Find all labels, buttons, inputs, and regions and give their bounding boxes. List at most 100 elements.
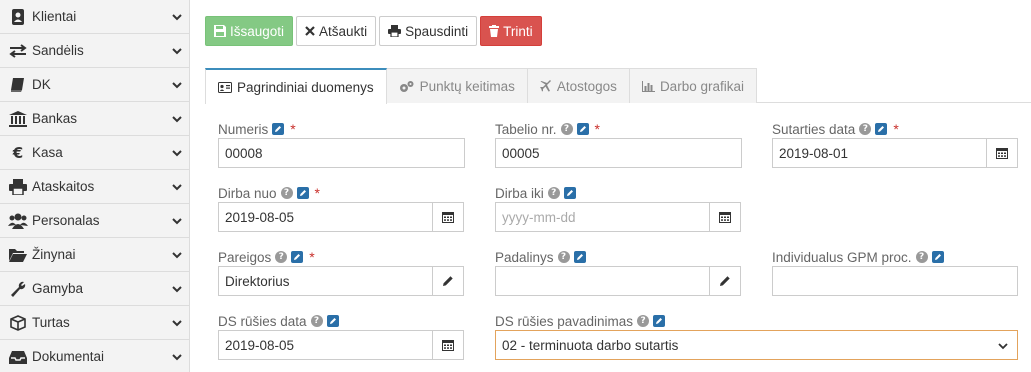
dirba-nuo-label: Dirba nuo ? * [218, 185, 320, 201]
field-label: Dirba iki [495, 185, 544, 201]
edit-icon[interactable] [291, 251, 304, 263]
ds-rusies-pavadinimas-label: DS rūšies pavadinimas ? [495, 313, 666, 329]
help-icon[interactable]: ? [310, 315, 323, 327]
exchange-arrows-icon [7, 42, 29, 60]
padalinys-label: Padalinys ? [495, 249, 586, 265]
sidebar-item-label: Gamyba [32, 281, 84, 296]
edit-icon[interactable] [296, 187, 309, 199]
chevron-down-icon [172, 354, 182, 361]
edit-icon[interactable] [875, 123, 888, 135]
calendar-button[interactable] [709, 202, 741, 232]
edit-icon[interactable] [653, 315, 666, 327]
dirba-nuo-input[interactable]: 2019-08-05 [218, 202, 433, 232]
edit-padalinys-button[interactable] [709, 266, 741, 296]
delete-button-label: Trinti [503, 23, 533, 39]
sidebar-item-sandelis[interactable]: Sandėlis [0, 34, 189, 68]
help-icon[interactable]: ? [637, 315, 650, 327]
id-card-icon [218, 81, 232, 93]
calendar-button[interactable] [432, 330, 464, 360]
sidebar-item-label: Bankas [32, 111, 78, 126]
bank-icon [7, 110, 29, 128]
field-label: Tabelio nr. [495, 121, 557, 137]
cogs-icon [399, 80, 414, 92]
chevron-down-icon [172, 218, 182, 225]
edit-icon[interactable] [931, 251, 944, 263]
sidebar-item-dokumentai[interactable]: Dokumentai [0, 340, 189, 372]
help-icon[interactable]: ? [280, 187, 293, 199]
chevron-down-icon [172, 320, 182, 327]
sidebar-item-personalas[interactable]: Personalas [0, 204, 189, 238]
edit-icon[interactable] [576, 123, 589, 135]
help-icon[interactable]: ? [560, 123, 573, 135]
edit-icon[interactable] [272, 123, 285, 135]
ds-rusies-pavadinimas-select[interactable]: 02 - terminuota darbo sutartis [495, 330, 1018, 360]
field-label: Numeris [218, 121, 269, 137]
numeris-input[interactable]: 00008 [218, 138, 465, 168]
save-button[interactable]: Išsaugoti [205, 16, 294, 46]
required-marker: * [893, 121, 899, 137]
help-icon[interactable]: ? [859, 123, 872, 135]
sidebar-item-turtas[interactable]: Turtas [0, 306, 189, 340]
cancel-button-label: Atšaukti [319, 23, 368, 39]
edit-icon[interactable] [563, 187, 576, 199]
sidebar-item-zinynai[interactable]: Žinynai [0, 238, 189, 272]
tab-darbo-grafikai[interactable]: Darbo grafikai [628, 68, 757, 103]
required-marker: * [309, 249, 315, 265]
help-icon[interactable]: ? [275, 251, 288, 263]
sidebar-item-label: Žinynai [32, 247, 76, 262]
padalinys-input[interactable] [495, 266, 710, 296]
cancel-button[interactable]: Atšaukti [296, 16, 377, 46]
ds-rusies-data-label: DS rūšies data ? [218, 313, 339, 329]
save-button-label: Išsaugoti [230, 23, 285, 39]
sidebar-item-klientai[interactable]: Klientai [0, 0, 189, 34]
required-marker: * [594, 121, 600, 137]
tab-atostogos[interactable]: Atostogos [526, 68, 630, 103]
field-label: Padalinys [495, 249, 554, 265]
numeris-label: Numeris * [218, 121, 296, 137]
gpm-input[interactable] [772, 266, 1018, 296]
inbox-icon [7, 348, 29, 366]
sidebar-item-ataskaitos[interactable]: Ataskaitos [0, 170, 189, 204]
delete-button[interactable]: Trinti [480, 16, 542, 46]
ds-rusies-data-input[interactable]: 2019-08-05 [218, 330, 433, 360]
dirba-iki-input[interactable]: yyyy-mm-dd [495, 202, 710, 232]
pareigos-input[interactable]: Direktorius [218, 266, 433, 296]
plane-icon [539, 80, 551, 92]
chevron-down-icon [172, 252, 182, 259]
calendar-button[interactable] [432, 202, 464, 232]
field-label: DS rūšies data [218, 313, 307, 329]
help-icon[interactable]: ? [915, 251, 928, 263]
print-button[interactable]: Spausdinti [379, 16, 478, 46]
edit-icon[interactable] [573, 251, 586, 263]
chevron-down-icon [998, 343, 1008, 350]
help-icon[interactable]: ? [557, 251, 570, 263]
field-label: Pareigos [218, 249, 272, 265]
edit-icon[interactable] [326, 315, 339, 327]
tab-bar: Pagrindiniai duomenys Punktų keitimas At… [205, 68, 757, 104]
field-label: Sutarties data [772, 121, 856, 137]
sidebar-item-label: DK [32, 77, 51, 92]
sidebar-item-bankas[interactable]: Bankas [0, 102, 189, 136]
sidebar-item-dk[interactable]: DK [0, 68, 189, 102]
help-icon[interactable]: ? [547, 187, 560, 199]
cube-icon [7, 314, 29, 332]
printer-icon [388, 25, 402, 37]
calendar-icon [996, 148, 1008, 159]
trash-icon [489, 25, 500, 37]
sidebar-item-label: Klientai [32, 9, 77, 24]
tabelio-nr-input[interactable]: 00005 [495, 138, 742, 168]
print-button-label: Spausdinti [405, 23, 469, 39]
sidebar-item-label: Turtas [32, 315, 70, 330]
calendar-button[interactable] [986, 138, 1018, 168]
chevron-down-icon [172, 184, 182, 191]
sidebar: Klientai Sandėlis DK Bankas € Kasa Atask… [0, 0, 190, 372]
sutarties-data-input[interactable]: 2019-08-01 [772, 138, 987, 168]
pareigos-label: Pareigos ? * [218, 249, 315, 265]
tab-punktu-keitimas[interactable]: Punktų keitimas [385, 68, 528, 103]
sidebar-item-gamyba[interactable]: Gamyba [0, 272, 189, 306]
sidebar-item-kasa[interactable]: € Kasa [0, 136, 189, 170]
tab-pagrindiniai-duomenys[interactable]: Pagrindiniai duomenys [205, 68, 387, 104]
edit-pareigos-button[interactable] [432, 266, 464, 296]
required-marker: * [314, 185, 320, 201]
chevron-down-icon [172, 48, 182, 55]
